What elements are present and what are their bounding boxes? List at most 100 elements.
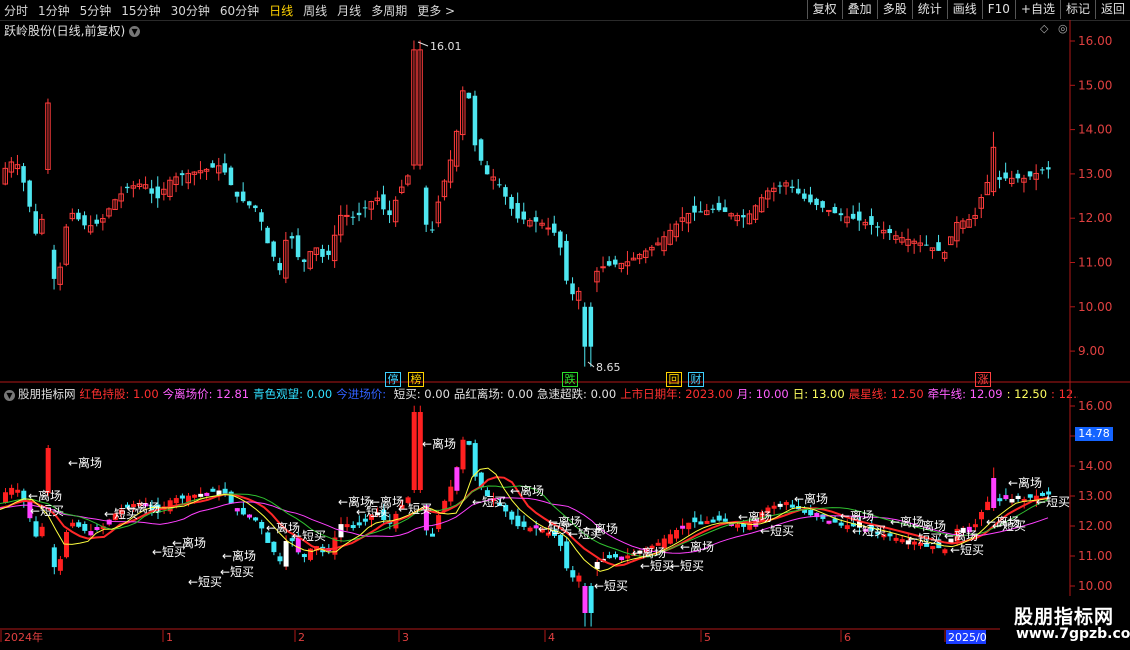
toolbar: 分时 1分钟 5分钟 15分钟 30分钟 60分钟 日线 周线 月线 多周期 更多 > 复权 叠加 多股… xyxy=(0,0,1130,21)
event-badge-3[interactable]: 回 xyxy=(666,372,682,387)
top-candle-down xyxy=(478,139,484,161)
period-tab-2[interactable]: 5分钟 xyxy=(80,2,112,19)
toolbar-button-6[interactable]: +自选 xyxy=(1014,0,1060,19)
event-badge-5[interactable]: 涨 xyxy=(975,372,991,387)
period-tab-0[interactable]: 分时 xyxy=(4,2,28,19)
bottom-candle xyxy=(1027,494,1033,498)
bottom-candle xyxy=(70,522,76,527)
period-tab-7[interactable]: 周线 xyxy=(303,2,327,19)
period-tab-5[interactable]: 60分钟 xyxy=(220,2,259,19)
toolbar-button-4[interactable]: 画线 xyxy=(946,0,982,19)
x-axis-label: 4 xyxy=(548,631,555,644)
top-candle-down xyxy=(155,186,160,199)
top-candle-down xyxy=(320,248,325,257)
event-badge-4[interactable]: 财 xyxy=(688,372,704,387)
top-candle-down xyxy=(289,236,295,239)
toolbar-button-2[interactable]: 多股 xyxy=(876,0,912,19)
event-badge-1[interactable]: 榜 xyxy=(408,372,424,387)
buy-signal-label: ←短买 xyxy=(908,532,942,546)
bottom-candle xyxy=(783,502,789,506)
period-tab-6[interactable]: 日线 xyxy=(269,2,293,19)
period-tab-1[interactable]: 1分钟 xyxy=(38,2,70,19)
bottom-candle xyxy=(57,559,63,571)
high-price-pointer xyxy=(417,41,429,47)
x-axis-label: 6 xyxy=(844,631,851,644)
buy-signal-label: ←短买 xyxy=(104,507,138,521)
toolbar-button-7[interactable]: 标记 xyxy=(1059,0,1095,19)
bottom-candle xyxy=(430,533,435,537)
bottom-candle xyxy=(710,519,716,523)
top-candle-down xyxy=(820,201,825,208)
top-candle-up xyxy=(600,266,606,269)
top-candle-up xyxy=(826,209,832,212)
bottom-candle xyxy=(1015,495,1021,499)
period-tab-10[interactable]: 更多 > xyxy=(417,2,455,19)
watermark-url: www.7gpzb.com xyxy=(1016,626,1130,642)
bottom-candle xyxy=(527,527,533,532)
top-candle-down xyxy=(582,306,587,347)
event-badge-2[interactable]: 跌 xyxy=(562,372,578,387)
top-candle-down xyxy=(722,207,728,212)
bottom-candle xyxy=(411,412,417,490)
toolbar-button-8[interactable]: 返回 xyxy=(1094,0,1130,19)
bottom-candle xyxy=(972,524,978,528)
toolbar-button-5[interactable]: F10 xyxy=(981,0,1015,19)
buy-signal-label: ←短买 xyxy=(594,579,628,593)
top-axis-label: 13.00 xyxy=(1078,167,1112,181)
top-candle-down xyxy=(777,185,783,187)
top-candle-down xyxy=(741,215,746,218)
bottom-candle xyxy=(576,575,582,582)
bottom-axis-label: 13.00 xyxy=(1078,489,1112,503)
bottom-candle xyxy=(735,524,740,528)
top-candle-down xyxy=(869,216,874,225)
bottom-candle xyxy=(826,520,832,524)
toolbar-button-3[interactable]: 统计 xyxy=(911,0,947,19)
top-candle-down xyxy=(838,213,844,216)
top-candle-down xyxy=(1040,169,1045,171)
bottom-candle xyxy=(509,511,515,520)
period-tab-9[interactable]: 多周期 xyxy=(371,2,407,19)
top-candle-down xyxy=(832,207,838,214)
buy-signal-label: ←短买 xyxy=(152,545,186,559)
period-tab-8[interactable]: 月线 xyxy=(337,2,361,19)
top-candle-down xyxy=(76,212,81,220)
top-candle-down xyxy=(716,202,722,211)
top-candle-down xyxy=(234,191,240,197)
bottom-candle xyxy=(198,493,204,497)
x-axis-label: 2025/0 xyxy=(948,631,987,644)
top-candle-down xyxy=(51,249,57,279)
period-tab-3[interactable]: 15分钟 xyxy=(121,2,160,19)
top-candle-down xyxy=(472,95,478,146)
exit-signal-label: ←离场 xyxy=(632,545,666,560)
top-candle-down xyxy=(613,259,618,265)
top-candle-down xyxy=(558,231,563,248)
top-candle-down xyxy=(484,165,490,175)
toolbar-button-1[interactable]: 叠加 xyxy=(841,0,877,19)
bottom-candle xyxy=(39,526,45,537)
bottom-candle xyxy=(613,554,618,558)
top-candle-down xyxy=(125,186,130,189)
bottom-candle xyxy=(271,541,277,553)
toolbar-button-0[interactable]: 复权 xyxy=(806,0,842,19)
top-candle-down xyxy=(857,211,862,221)
current-price-tag: 14.78 xyxy=(1075,427,1113,441)
top-axis-label: 11.00 xyxy=(1078,256,1112,270)
bottom-candle xyxy=(436,515,442,530)
top-candle-down xyxy=(936,242,941,251)
top-candle-down xyxy=(27,180,32,207)
bottom-candle xyxy=(625,555,631,559)
bottom-candle xyxy=(51,547,57,568)
period-tab-4[interactable]: 30分钟 xyxy=(171,2,210,19)
buy-signal-label: ←短买 xyxy=(472,495,506,509)
bottom-candle xyxy=(820,514,826,519)
top-candle-down xyxy=(33,211,38,234)
bottom-candle xyxy=(997,498,1003,502)
top-candle-down xyxy=(82,215,87,226)
chart-canvas[interactable]: 16.00 15.00 14.00 13.00 12.00 11.00 10.00 9.00 1… xyxy=(0,20,1130,650)
top-candle-down xyxy=(210,163,215,168)
event-badge-0[interactable]: 停 xyxy=(385,372,401,387)
bottom-candle xyxy=(454,467,460,491)
bottom-candle xyxy=(979,512,984,520)
bottom-candle xyxy=(899,539,905,543)
exit-signal-label: ←离场 xyxy=(912,518,946,533)
